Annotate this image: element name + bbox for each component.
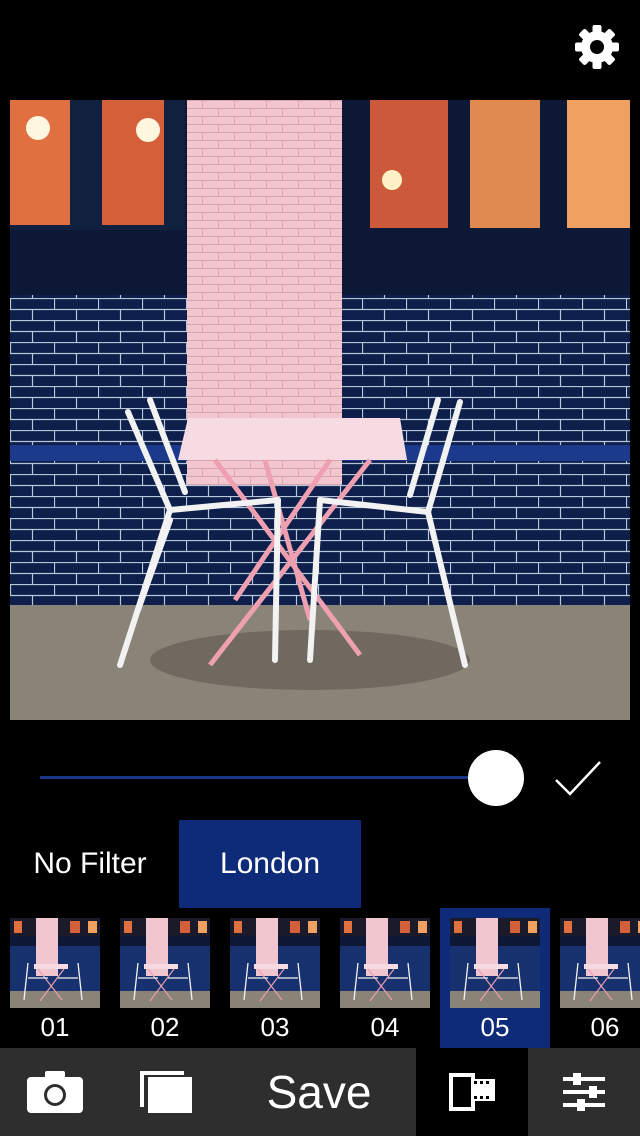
filter-tabs: No Filter London — [0, 820, 640, 908]
preset-thumbnail — [560, 918, 640, 1008]
preset-01[interactable]: 01 — [0, 908, 110, 1048]
gear-icon[interactable] — [574, 24, 620, 70]
preset-label: 04 — [370, 1012, 400, 1042]
camera-button[interactable] — [0, 1048, 110, 1136]
preset-thumbnail — [120, 918, 210, 1008]
film-filter-icon — [449, 1073, 495, 1111]
preset-thumbnail — [450, 918, 540, 1008]
save-button[interactable]: Save — [222, 1048, 416, 1136]
photo-preview — [10, 100, 630, 720]
preset-thumbnail — [340, 918, 430, 1008]
preset-03[interactable]: 03 — [220, 908, 330, 1048]
preset-05[interactable]: 05 — [440, 908, 550, 1048]
preset-04[interactable]: 04 — [330, 908, 440, 1048]
adjust-button[interactable] — [528, 1048, 640, 1136]
slider-track — [40, 776, 520, 779]
preset-02[interactable]: 02 — [110, 908, 220, 1048]
preset-thumbnail — [230, 918, 320, 1008]
slider-knob[interactable] — [468, 750, 524, 806]
preset-thumbnail — [10, 918, 100, 1008]
film-filter-button[interactable] — [416, 1048, 528, 1136]
checkmark-icon[interactable] — [552, 754, 604, 802]
filter-presets: 01 02 03 04 05 06 — [0, 908, 640, 1048]
tab-london[interactable]: London — [179, 820, 361, 908]
camera-icon — [27, 1071, 83, 1113]
photo-library-icon — [140, 1071, 192, 1113]
photo-library-button[interactable] — [110, 1048, 222, 1136]
sliders-icon — [563, 1073, 605, 1111]
preset-label: 06 — [590, 1012, 620, 1042]
tab-no-filter[interactable]: No Filter — [10, 820, 170, 908]
preset-06[interactable]: 06 — [550, 908, 640, 1048]
intensity-slider[interactable] — [40, 750, 524, 806]
preset-label: 03 — [260, 1012, 290, 1042]
bottom-toolbar: Save — [0, 1048, 640, 1136]
preset-label: 02 — [150, 1012, 180, 1042]
preset-label: 01 — [40, 1012, 70, 1042]
preset-label: 05 — [480, 1012, 510, 1042]
